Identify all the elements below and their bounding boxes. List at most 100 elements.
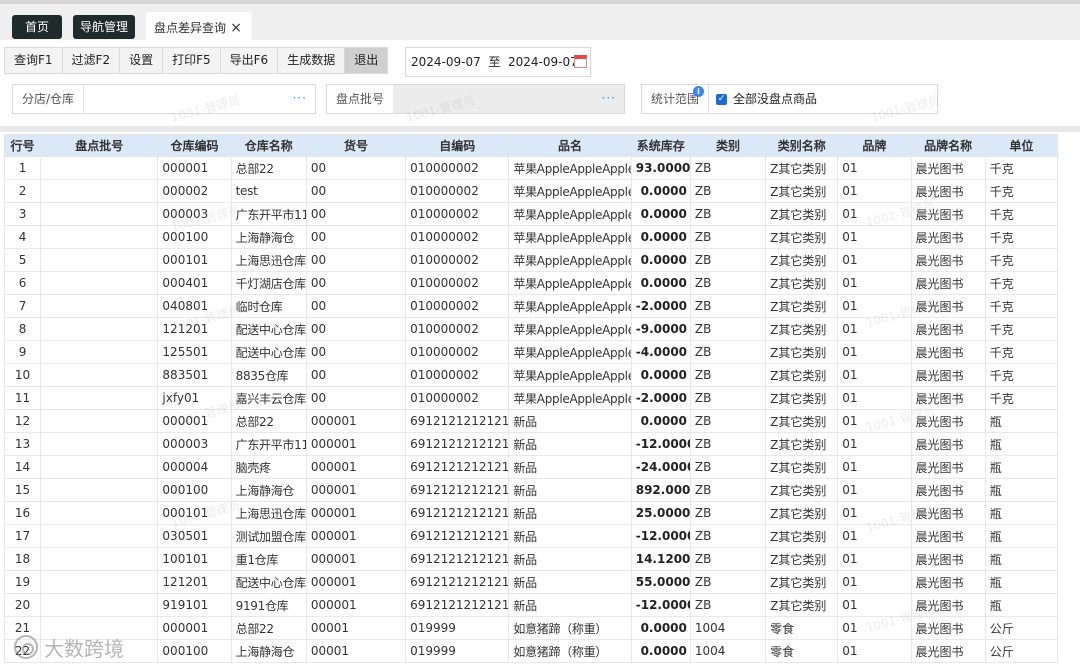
table-cell-item[interactable]: 00: [305, 340, 407, 364]
table-row[interactable]: 14 000004 脑壳疼 000001 69121212121212 新品 -24.000…: [3, 455, 1059, 479]
table-cell-whcode[interactable]: 000001: [157, 409, 232, 433]
table-cell-pname[interactable]: 如意猪蹄（称重）: [508, 639, 632, 663]
table-cell-item[interactable]: 00: [305, 156, 407, 180]
table-cell-stock[interactable]: 55.0000: [630, 570, 691, 594]
table-cell-self[interactable]: 69121212121212: [405, 547, 510, 571]
table-cell-whcode[interactable]: 000004: [157, 455, 232, 479]
table-cell-stock[interactable]: 14.1200: [630, 547, 691, 571]
table-cell-cat[interactable]: ZB: [689, 478, 767, 502]
table-cell-brand[interactable]: 01: [837, 271, 912, 295]
table-cell-batch[interactable]: [40, 409, 159, 433]
col-header-self-code[interactable]: 自编码: [405, 134, 510, 157]
table-cell-row[interactable]: 1: [3, 156, 42, 180]
table-cell-stock[interactable]: -2.0000: [630, 386, 691, 410]
store-warehouse-filter[interactable]: 分店/仓库 ···: [12, 84, 316, 114]
table-cell-catname[interactable]: Z其它类别: [765, 570, 839, 594]
table-cell-brand[interactable]: 01: [837, 340, 912, 364]
table-cell-name[interactable]: 测试加盟仓库: [230, 524, 307, 548]
table-cell-pname[interactable]: 新品: [508, 455, 632, 479]
table-cell-brandname[interactable]: 晨光图书: [910, 409, 986, 433]
table-cell-name[interactable]: 9191仓库: [230, 593, 307, 617]
batch-picker-icon[interactable]: ···: [602, 85, 616, 111]
table-cell-pname[interactable]: 苹果AppleAppleApple: [508, 317, 632, 341]
table-cell-whcode[interactable]: 125501: [157, 340, 232, 364]
col-header-category-name[interactable]: 类别名称: [765, 134, 839, 157]
table-cell-whcode[interactable]: 000101: [157, 248, 232, 272]
table-cell-stock[interactable]: 93.0000: [630, 156, 691, 180]
table-row[interactable]: 7 040801 临时仓库 00 010000002 苹果AppleAppleApple -…: [3, 294, 1059, 318]
table-cell-pname[interactable]: 苹果AppleAppleApple: [508, 294, 632, 318]
table-cell-brandname[interactable]: 晨光图书: [910, 570, 986, 594]
table-cell-brand[interactable]: 01: [837, 179, 912, 203]
table-cell-row[interactable]: 18: [3, 547, 42, 571]
table-cell-catname[interactable]: 零食: [765, 616, 839, 640]
table-cell-row[interactable]: 16: [3, 501, 42, 525]
table-cell-row[interactable]: 13: [3, 432, 42, 456]
table-cell-row[interactable]: 20: [3, 593, 42, 617]
table-cell-cat[interactable]: ZB: [689, 202, 767, 226]
table-cell-cat[interactable]: ZB: [689, 271, 767, 295]
table-cell-cat[interactable]: ZB: [689, 386, 767, 410]
col-header-brand[interactable]: 品牌: [837, 134, 912, 157]
table-cell-item[interactable]: 00: [305, 248, 407, 272]
table-cell-self[interactable]: 69121212121212: [405, 409, 510, 433]
table-cell-cat[interactable]: ZB: [689, 294, 767, 318]
table-cell-catname[interactable]: Z其它类别: [765, 202, 839, 226]
table-cell-unit[interactable]: 千克: [984, 248, 1059, 272]
table-cell-self[interactable]: 010000002: [405, 363, 510, 387]
table-cell-name[interactable]: 脑壳疼: [230, 455, 307, 479]
table-cell-cat[interactable]: ZB: [689, 432, 767, 456]
table-cell-item[interactable]: 00: [305, 363, 407, 387]
table-cell-brand[interactable]: 01: [837, 501, 912, 525]
table-cell-name[interactable]: 嘉兴丰云仓库: [230, 386, 307, 410]
table-row[interactable]: 16 000101 上海思迅仓库 000001 69121212121212 新品 25.0…: [3, 501, 1059, 525]
table-row[interactable]: 17 030501 测试加盟仓库 000001 69121212121212 新品 -12.…: [3, 524, 1059, 548]
table-cell-pname[interactable]: 新品: [508, 524, 632, 548]
table-cell-item[interactable]: 00001: [305, 616, 407, 640]
table-cell-brandname[interactable]: 晨光图书: [910, 501, 986, 525]
query-button[interactable]: 查询F1: [5, 48, 63, 73]
table-cell-row[interactable]: 19: [3, 570, 42, 594]
table-cell-item[interactable]: 000001: [305, 501, 407, 525]
col-header-row-no[interactable]: 行号: [3, 134, 42, 157]
table-cell-self[interactable]: 019999: [405, 616, 510, 640]
table-cell-row[interactable]: 7: [3, 294, 42, 318]
batch-number-input[interactable]: [393, 85, 624, 113]
table-row[interactable]: 1 000001 总部22 00 010000002 苹果AppleAppleApple 9…: [3, 156, 1059, 180]
table-cell-batch[interactable]: [40, 524, 159, 548]
table-cell-name[interactable]: 8835仓库: [230, 363, 307, 387]
table-cell-cat[interactable]: ZB: [689, 524, 767, 548]
table-cell-unit[interactable]: 瓶: [984, 593, 1059, 617]
table-cell-cat[interactable]: 1004: [689, 639, 767, 663]
table-cell-brandname[interactable]: 晨光图书: [910, 248, 986, 272]
table-cell-catname[interactable]: 零食: [765, 639, 839, 663]
table-cell-brandname[interactable]: 晨光图书: [910, 225, 986, 249]
table-cell-unit[interactable]: 瓶: [984, 432, 1059, 456]
table-cell-stock[interactable]: 0.0000: [630, 271, 691, 295]
table-cell-catname[interactable]: Z其它类别: [765, 248, 839, 272]
table-cell-cat[interactable]: ZB: [689, 409, 767, 433]
table-cell-stock[interactable]: -4.0000: [630, 340, 691, 364]
table-cell-unit[interactable]: 千克: [984, 225, 1059, 249]
table-cell-whcode[interactable]: 100101: [157, 547, 232, 571]
info-icon[interactable]: i: [693, 86, 704, 97]
table-cell-brand[interactable]: 01: [837, 294, 912, 318]
table-cell-unit[interactable]: 千克: [984, 340, 1059, 364]
table-cell-stock[interactable]: -12.0000: [630, 593, 691, 617]
table-cell-unit[interactable]: 公斤: [984, 639, 1059, 663]
batch-number-filter[interactable]: 盘点批号 ···: [326, 84, 625, 114]
table-cell-stock[interactable]: -9.0000: [630, 317, 691, 341]
table-cell-whcode[interactable]: 000001: [157, 616, 232, 640]
table-cell-item[interactable]: 000001: [305, 524, 407, 548]
checkbox-all-unchecked[interactable]: ✓: [716, 94, 727, 105]
table-cell-brand[interactable]: 01: [837, 455, 912, 479]
table-cell-stock[interactable]: 0.0000: [630, 639, 691, 663]
table-cell-self[interactable]: 010000002: [405, 386, 510, 410]
settings-button[interactable]: 设置: [120, 48, 164, 73]
table-cell-unit[interactable]: 千克: [984, 271, 1059, 295]
table-cell-pname[interactable]: 新品: [508, 432, 632, 456]
table-cell-cat[interactable]: ZB: [689, 570, 767, 594]
table-cell-unit[interactable]: 瓶: [984, 547, 1059, 571]
table-cell-stock[interactable]: 0.0000: [630, 202, 691, 226]
table-cell-whcode[interactable]: 121201: [157, 570, 232, 594]
